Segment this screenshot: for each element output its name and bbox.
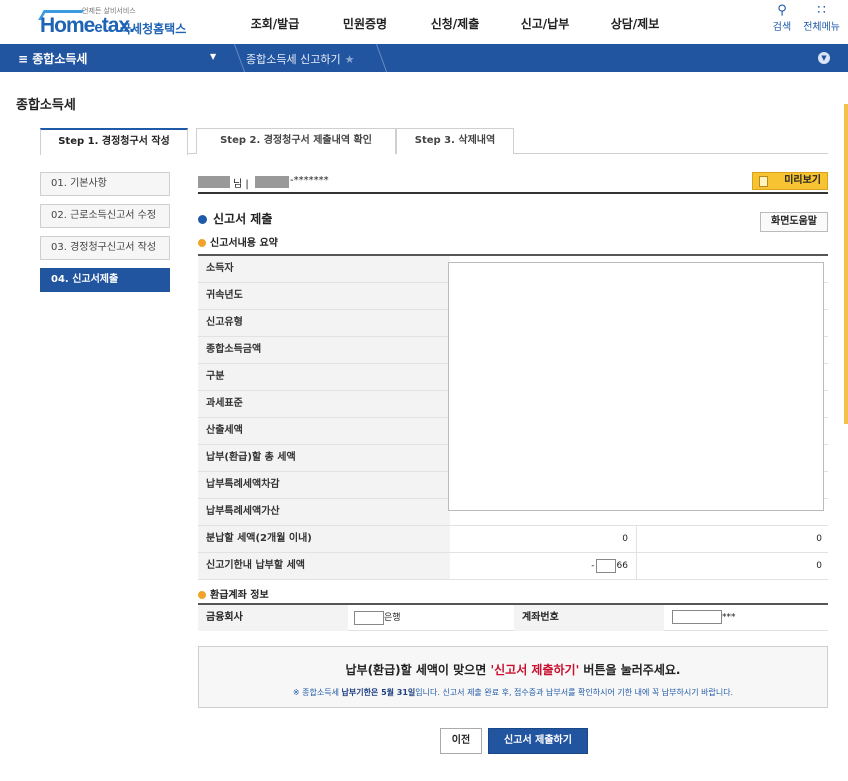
caret-down-icon[interactable]: ▼ — [210, 52, 216, 61]
nav-consult[interactable]: 상담/제보 — [590, 15, 680, 32]
table-row: 신고기한내 납부할 세액 - 66 0 — [198, 553, 828, 580]
notice-sub: ※ 종합소득세 납부기한은 5월 31일입니다. 신고서 제출 완료 후, 접수… — [199, 687, 827, 698]
side-edge-stripe — [844, 104, 848, 424]
all-menu-button[interactable]: ∷ 전체메뉴 — [803, 3, 840, 34]
row-label: 분납할 세액(2개월 이내) — [198, 526, 450, 552]
menu-dropdown[interactable]: ≡ 종합소득세 — [18, 50, 87, 67]
step-earned-income[interactable]: 02. 근로소득신고서 수정 — [40, 204, 170, 228]
account-value: *** — [672, 610, 736, 624]
due-prefix: - — [591, 561, 595, 571]
breadcrumb-current: 종합소득세 신고하기 — [246, 53, 341, 66]
row-label: 종합소득금액 — [198, 337, 450, 363]
nav-application[interactable]: 신청/제출 — [410, 15, 500, 32]
logo-e: e — [94, 19, 102, 36]
row-label: 신고유형 — [198, 310, 450, 336]
summary-content-box — [448, 262, 824, 511]
step-tabs: Step 1. 경정청구서 작성 Step 2. 경정청구서 제출내역 확인 S… — [40, 128, 828, 155]
masked-id — [255, 176, 289, 188]
tab-step2[interactable]: Step 2. 경정청구서 제출내역 확인 — [196, 128, 396, 154]
page-title: 종합소득세 — [16, 98, 76, 113]
row-label: 납부특례세액차감 — [198, 472, 450, 498]
orange-bullet-icon — [198, 239, 206, 247]
nav-certificates[interactable]: 민원증명 — [320, 15, 410, 32]
arrow-circle-icon — [198, 215, 207, 224]
bank-suffix: 은행 — [384, 613, 401, 623]
due-value: - 66 — [450, 553, 636, 579]
search-icon: ⚲ — [777, 3, 787, 18]
notice-main-red: '신고서 제출하기' — [490, 663, 580, 677]
table-row: 분납할 세액(2개월 이내) 0 0 — [198, 526, 828, 553]
step-list: 01. 기본사항 02. 근로소득신고서 수정 03. 경정청구신고서 작성 0… — [40, 172, 170, 300]
breadcrumb-separator-end — [362, 44, 388, 72]
row-label: 구분 — [198, 364, 450, 390]
top-icons: ⚲ 검색 ∷ 전체메뉴 — [772, 3, 840, 34]
tab-step3[interactable]: Step 3. 삭제내역 — [396, 128, 514, 154]
favorite-star-icon[interactable]: ★ — [345, 53, 355, 66]
section-title: 신고서 제출 — [198, 210, 272, 227]
nav-inquiry[interactable]: 조회/발급 — [230, 15, 320, 32]
row-label: 과세표준 — [198, 391, 450, 417]
due-amount-field[interactable] — [595, 558, 616, 573]
user-id-tail: -******* — [290, 175, 329, 186]
due-value-2: 0 — [636, 553, 828, 579]
tab-step1[interactable]: Step 1. 경정청구서 작성 — [40, 128, 188, 155]
breadcrumb[interactable]: 종합소득세 신고하기 ★ — [246, 51, 354, 67]
main-nav: 조회/발급 민원증명 신청/제출 신고/납부 상담/제보 — [230, 15, 680, 32]
notice-main: 납부(환급)할 세액이 맞으면 '신고서 제출하기' 버튼을 눌러주세요. — [199, 661, 827, 678]
bank-field[interactable] — [354, 610, 384, 625]
summary-title: 신고서내용 요약 — [198, 234, 278, 249]
all-menu-label: 전체메뉴 — [803, 22, 840, 33]
logo-home: Home — [40, 14, 95, 37]
preview-button[interactable]: 미리보기 — [752, 172, 828, 190]
hometax-logo[interactable]: 언제든 살비서비스 Homeetax. 국세청홈택스 — [38, 6, 200, 38]
step-submit[interactable]: 04. 신고서제출 — [40, 268, 170, 292]
row-label: 귀속년도 — [198, 283, 450, 309]
row-label: 소득자 — [198, 256, 450, 282]
user-name-suffix: 님 | — [233, 179, 249, 190]
notice-main-post: 버튼을 눌러주세요. — [579, 663, 681, 677]
bank-label: 금융회사 — [198, 605, 348, 631]
masked-name — [198, 176, 230, 188]
step-basic-info[interactable]: 01. 기본사항 — [40, 172, 170, 196]
notice-sub-bold: 납부기한은 5월 31일 — [341, 688, 416, 697]
notice-box: 납부(환급)할 세액이 맞으면 '신고서 제출하기' 버튼을 눌러주세요. ※ … — [198, 646, 828, 708]
grid-icon: ∷ — [817, 3, 826, 18]
search-button[interactable]: ⚲ 검색 — [772, 3, 792, 34]
expand-circle-icon[interactable]: ▼ — [818, 52, 830, 64]
account-field[interactable] — [672, 610, 722, 624]
bank-value: 은행 — [354, 610, 401, 625]
notice-main-pre: 납부(환급)할 세액이 맞으면 — [345, 663, 491, 677]
refund-title: 환급계좌 정보 — [198, 586, 269, 601]
section-title-text: 신고서 제출 — [213, 212, 273, 226]
notice-sub-post: 입니다. 신고서 제출 완료 후, 접수증과 납부서를 확인하시어 기한 내에 … — [415, 688, 734, 697]
submit-return-button[interactable]: 신고서 제출하기 — [488, 728, 588, 754]
nav-filing[interactable]: 신고/납부 — [500, 15, 590, 32]
logo-korean: 국세청홈택스 — [120, 22, 187, 36]
row-label: 납부(환급)할 총 세액 — [198, 445, 450, 471]
summary-title-text: 신고서내용 요약 — [210, 238, 278, 249]
orange-bullet-icon — [198, 591, 206, 599]
breadcrumb-separator — [220, 44, 246, 72]
screen-help-button[interactable]: 화면도움말 — [760, 212, 828, 232]
row-label: 산출세액 — [198, 418, 450, 444]
search-label: 검색 — [772, 22, 792, 33]
installment-value: 0 — [622, 534, 628, 544]
notice-sub-pre: ※ 종합소득세 — [292, 688, 342, 697]
user-info-row: 님 | -******* 미리보기 — [198, 172, 828, 194]
top-header: 언제든 살비서비스 Homeetax. 국세청홈택스 조회/발급 민원증명 신청… — [0, 0, 848, 44]
breadcrumb-bar: ≡ 종합소득세 ▼ 종합소득세 신고하기 ★ ▼ — [0, 44, 848, 72]
account-label: 계좌번호 — [514, 605, 664, 631]
step-correction-claim[interactable]: 03. 경정청구신고서 작성 — [40, 236, 170, 260]
preview-label: 미리보기 — [784, 175, 821, 186]
due-suffix: 66 — [616, 561, 628, 571]
installment-value-2: 0 — [636, 526, 828, 552]
document-icon — [759, 176, 768, 187]
refund-title-text: 환급계좌 정보 — [210, 590, 269, 601]
account-suffix: *** — [722, 612, 736, 623]
previous-button[interactable]: 이전 — [440, 728, 482, 754]
row-label: 납부특례세액가산 — [198, 499, 450, 525]
refund-table: 금융회사 은행 계좌번호 *** — [198, 603, 828, 631]
row-label: 신고기한내 납부할 세액 — [198, 553, 450, 579]
